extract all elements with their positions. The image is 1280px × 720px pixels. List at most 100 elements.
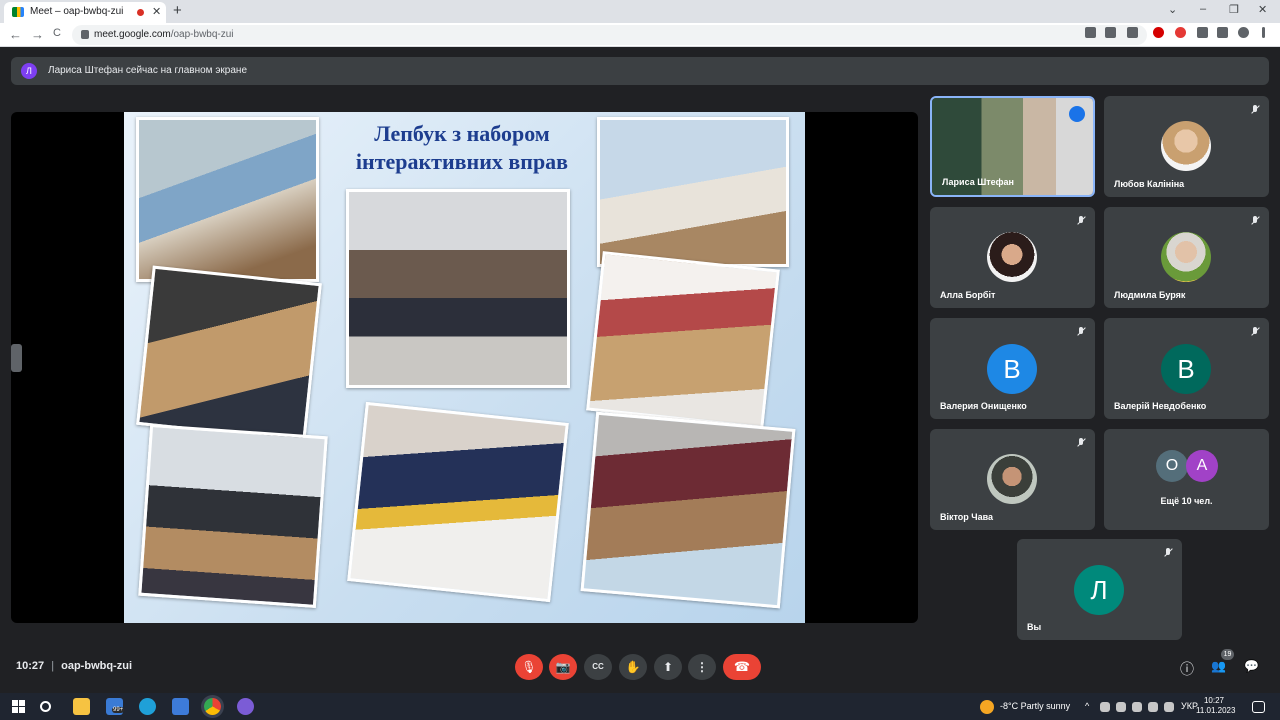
meet-favicon-icon — [12, 7, 24, 17]
slide-photo-lapbook-2 — [597, 117, 789, 267]
participants-button[interactable]: 👥 — [1211, 659, 1226, 673]
meeting-code: oap-bwbq-zui — [61, 660, 132, 672]
chrome-icon[interactable] — [204, 698, 221, 715]
participant-name: Валерия Онищенко — [940, 401, 1027, 411]
volume-icon[interactable] — [1164, 702, 1174, 712]
url-field[interactable]: meet.google.com/oap-bwbq-zui — [72, 25, 1147, 45]
notifications-icon[interactable] — [1252, 701, 1265, 713]
weather-text[interactable]: -8°C Partly sunny — [1000, 701, 1070, 711]
participant-name: Лариса Штефан — [942, 177, 1014, 187]
participant-name: Любов Калініна — [1114, 179, 1185, 189]
slide-title-line-1: Лепбук з набором — [374, 121, 550, 146]
captions-button[interactable]: CC — [584, 654, 612, 680]
forward-button[interactable]: → — [31, 27, 44, 42]
more-participants-label: Ещё 10 чел. — [1160, 496, 1213, 506]
participant-tile-valeriia[interactable]: В Валерия Онищенко — [930, 318, 1095, 419]
tray-chevron-icon[interactable]: ^ — [1085, 701, 1089, 711]
participant-count-badge: 19 — [1221, 649, 1234, 660]
reload-button[interactable]: C — [53, 27, 61, 39]
participant-tile-viktor[interactable]: Віктор Чава — [930, 429, 1095, 530]
recording-indicator-icon — [137, 9, 144, 16]
side-panel-icon[interactable] — [1217, 27, 1228, 38]
more-participants-tile[interactable]: О А Ещё 10 чел. — [1104, 429, 1269, 530]
meeting-info-button[interactable]: ⓘ — [1180, 659, 1194, 679]
participant-avatar-a: А — [1186, 450, 1218, 482]
participant-tile-liudmyla[interactable]: Людмила Буряк — [1104, 207, 1269, 308]
participant-name: Валерій Невдобенко — [1114, 401, 1207, 411]
participant-avatar — [1161, 232, 1211, 282]
participant-name: Віктор Чава — [940, 512, 994, 522]
main-presentation-stage[interactable]: Лепбук з набором інтерактивних вправ — [11, 112, 918, 623]
chat-button[interactable]: 💬 — [1244, 659, 1259, 673]
participant-name: Алла Борбіт — [940, 290, 996, 300]
slide-title: Лепбук з набором інтерактивних вправ — [330, 120, 594, 176]
restore-button[interactable]: ❐ — [1229, 3, 1239, 16]
presenting-banner: Л Лариса Штефан сейчас на главном экране — [11, 57, 1269, 85]
url-domain: meet.google.com — [94, 29, 171, 40]
browser-tab-strip: Meet – oap-bwbq-zui ✕ + ⌄ – ❐ ✕ — [0, 0, 1280, 23]
edge-icon[interactable] — [139, 698, 156, 715]
back-button[interactable]: ← — [9, 27, 22, 42]
browser-tab[interactable]: Meet – oap-bwbq-zui ✕ — [4, 2, 166, 23]
mic-off-icon — [1077, 216, 1085, 226]
self-tile[interactable]: Л Вы — [1017, 539, 1182, 640]
side-panel-handle[interactable] — [11, 344, 22, 372]
taskbar-clock[interactable]: 10:27 11.01.2023 — [1196, 696, 1236, 716]
extensions-puzzle-icon[interactable] — [1197, 27, 1208, 38]
raise-hand-button[interactable]: ✋ — [619, 654, 647, 680]
mic-toggle-button[interactable]: 🎙 — [515, 654, 543, 680]
browser-menu-icon[interactable] — [1262, 27, 1265, 38]
participant-tile-alla[interactable]: Алла Борбіт — [930, 207, 1095, 308]
tab-search-icon[interactable]: ⌄ — [1168, 3, 1177, 16]
slide-photo-lapbook-1 — [136, 117, 319, 282]
participant-avatar: В — [987, 344, 1037, 394]
microphone-icon[interactable] — [1132, 702, 1142, 712]
weather-icon — [980, 700, 994, 714]
windows-start-icon[interactable] — [10, 698, 27, 715]
opera-extension-icon[interactable] — [1153, 27, 1164, 38]
tab-close-icon[interactable]: ✕ — [152, 5, 161, 18]
participant-avatar — [987, 232, 1037, 282]
bookmark-star-icon[interactable] — [1127, 27, 1138, 38]
network-icon[interactable] — [1116, 702, 1126, 712]
share-icon[interactable] — [1105, 27, 1116, 38]
adblock-extension-icon[interactable] — [1175, 27, 1186, 38]
mail-icon[interactable]: 99+ — [106, 698, 125, 715]
mic-off-icon — [1251, 327, 1259, 337]
windows-taskbar: 99+ -8°C Partly sunny ^ УКР 10:27 11.01.… — [0, 693, 1280, 720]
minimize-button[interactable]: – — [1200, 3, 1206, 15]
participant-tile-larysa[interactable]: Лариса Штефан — [930, 96, 1095, 197]
mail-badge: 99+ — [112, 707, 125, 713]
app-icon[interactable] — [172, 698, 189, 715]
new-tab-button[interactable]: + — [173, 2, 182, 19]
viber-icon[interactable] — [237, 698, 254, 715]
profile-icon[interactable] — [1238, 27, 1249, 38]
present-button[interactable]: ⬆ — [654, 654, 682, 680]
slide-photo-boys-table — [136, 265, 322, 443]
lock-icon — [81, 30, 89, 39]
end-call-button[interactable]: ☎ — [723, 654, 761, 680]
search-icon[interactable] — [40, 701, 51, 712]
participant-tile-liubov[interactable]: Любов Калініна — [1104, 96, 1269, 197]
tray-app-icon[interactable] — [1100, 702, 1110, 712]
mic-off-icon — [1164, 548, 1172, 558]
close-window-button[interactable]: ✕ — [1258, 3, 1267, 16]
tab-title: Meet – oap-bwbq-zui — [30, 6, 124, 17]
wifi-icon[interactable] — [1148, 702, 1158, 712]
slide-photo-girls-cards — [586, 251, 780, 429]
participant-tile-valerii[interactable]: В Валерій Невдобенко — [1104, 318, 1269, 419]
more-options-button[interactable]: ⋮ — [688, 654, 716, 680]
participant-avatar — [987, 454, 1037, 504]
file-explorer-icon[interactable] — [73, 698, 90, 715]
mic-off-icon — [1251, 216, 1259, 226]
presenting-banner-text: Лариса Штефан сейчас на главном экране — [48, 65, 248, 76]
meeting-time: 10:27 — [16, 660, 45, 672]
slide-photo-girl-cards — [580, 411, 796, 609]
self-name: Вы — [1027, 622, 1042, 632]
slide-photo-classroom — [346, 189, 570, 388]
clock-date: 11.01.2023 — [1196, 706, 1236, 715]
slide-photo-window-class — [138, 424, 328, 608]
camera-indicator-icon[interactable] — [1085, 27, 1096, 38]
camera-toggle-button[interactable]: 📷 — [549, 654, 577, 680]
mic-off-icon — [1077, 327, 1085, 337]
